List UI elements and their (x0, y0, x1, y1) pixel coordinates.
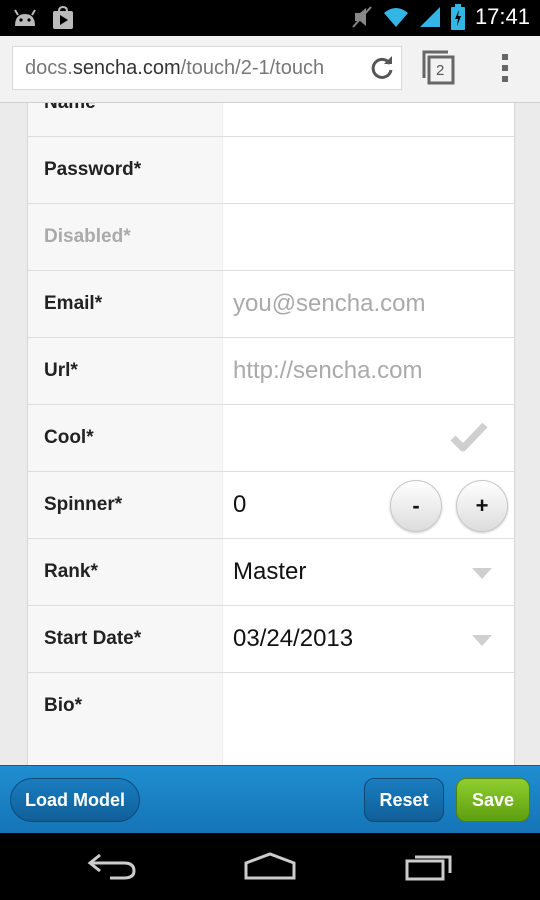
bio-label: Bio* (28, 673, 223, 765)
overflow-menu-button[interactable] (496, 50, 514, 86)
tab-count: 2 (436, 62, 445, 79)
form-row-bio: Bio* (28, 672, 514, 765)
disabled-label: Disabled* (28, 204, 223, 270)
cool-checkbox[interactable] (233, 405, 514, 471)
recent-apps-icon[interactable] (404, 851, 454, 881)
user-form: Name* Password* Disabled* Email* you@sen… (27, 103, 515, 765)
play-store-icon (53, 6, 73, 29)
spinner-label: Spinner* (28, 472, 223, 538)
address-bar[interactable]: docs.sencha.com/touch/2-1/touch (12, 46, 402, 90)
android-icon (14, 9, 36, 26)
form-row-rank: Rank* Master (28, 538, 514, 605)
tabs-button[interactable]: 2 (420, 48, 458, 88)
navigation-bar (0, 833, 540, 900)
home-icon[interactable] (242, 851, 298, 881)
form-toolbar: Load Model Reset Save (0, 765, 540, 834)
load-model-button[interactable]: Load Model (10, 778, 140, 822)
password-label: Password* (28, 137, 223, 203)
reset-button[interactable]: Reset (364, 778, 444, 822)
url-path: /touch/2-1/touch (180, 57, 325, 79)
overflow-menu-icon (502, 54, 508, 82)
form-row-disabled: Disabled* (28, 203, 514, 270)
spinner-increment-button[interactable]: + (456, 480, 508, 532)
spinner-field[interactable]: 0 - + (233, 472, 514, 538)
reload-icon[interactable] (369, 55, 395, 81)
disabled-field (233, 204, 514, 270)
url-label: Url* (28, 338, 223, 404)
rank-select[interactable]: Master (233, 539, 514, 605)
start-date-dropdown-icon (472, 635, 492, 646)
rank-dropdown-icon (472, 568, 492, 579)
browser-toolbar: docs.sencha.com/touch/2-1/touch 2 (0, 36, 540, 103)
wifi-icon (383, 8, 408, 27)
signal-icon (419, 7, 440, 27)
status-time: 17:41 (474, 4, 530, 29)
form-scroll-area[interactable]: Name* Password* Disabled* Email* you@sen… (0, 103, 540, 765)
email-placeholder: you@sencha.com (233, 290, 426, 317)
status-bar: 17:41 (0, 0, 540, 36)
email-field[interactable]: you@sencha.com (233, 271, 514, 337)
form-row-spinner: Spinner* 0 - + (28, 471, 514, 538)
checkmark-icon (450, 422, 488, 452)
start-date-picker[interactable]: 03/24/2013 (233, 606, 514, 672)
form-row-password: Password* (28, 136, 514, 203)
spinner-decrement-button[interactable]: - (390, 480, 442, 532)
form-row-name: Name* (28, 103, 514, 136)
form-row-email: Email* you@sencha.com (28, 270, 514, 337)
form-row-url: Url* http://sencha.com (28, 337, 514, 404)
url-prefix: docs. (25, 57, 73, 79)
form-row-cool: Cool* (28, 404, 514, 471)
battery-icon (450, 4, 465, 30)
email-label: Email* (28, 271, 223, 337)
back-icon[interactable] (86, 851, 138, 881)
url-text: docs.sencha.com/touch/2-1/touch (25, 57, 324, 80)
cool-label: Cool* (28, 405, 223, 471)
name-label: Name* (28, 103, 223, 136)
url-field[interactable]: http://sencha.com (233, 338, 514, 404)
url-domain: sencha.com (72, 57, 181, 79)
url-placeholder: http://sencha.com (233, 357, 423, 384)
bio-textarea[interactable] (233, 673, 514, 765)
name-field[interactable] (233, 103, 514, 136)
save-button[interactable]: Save (456, 778, 530, 822)
muted-icon (352, 6, 372, 28)
password-field[interactable] (233, 137, 514, 203)
form-row-start-date: Start Date* 03/24/2013 (28, 605, 514, 672)
start-date-value: 03/24/2013 (233, 625, 354, 652)
rank-value: Master (233, 558, 307, 585)
rank-label: Rank* (28, 539, 223, 605)
start-date-label: Start Date* (28, 606, 223, 672)
spinner-value: 0 (233, 491, 247, 518)
